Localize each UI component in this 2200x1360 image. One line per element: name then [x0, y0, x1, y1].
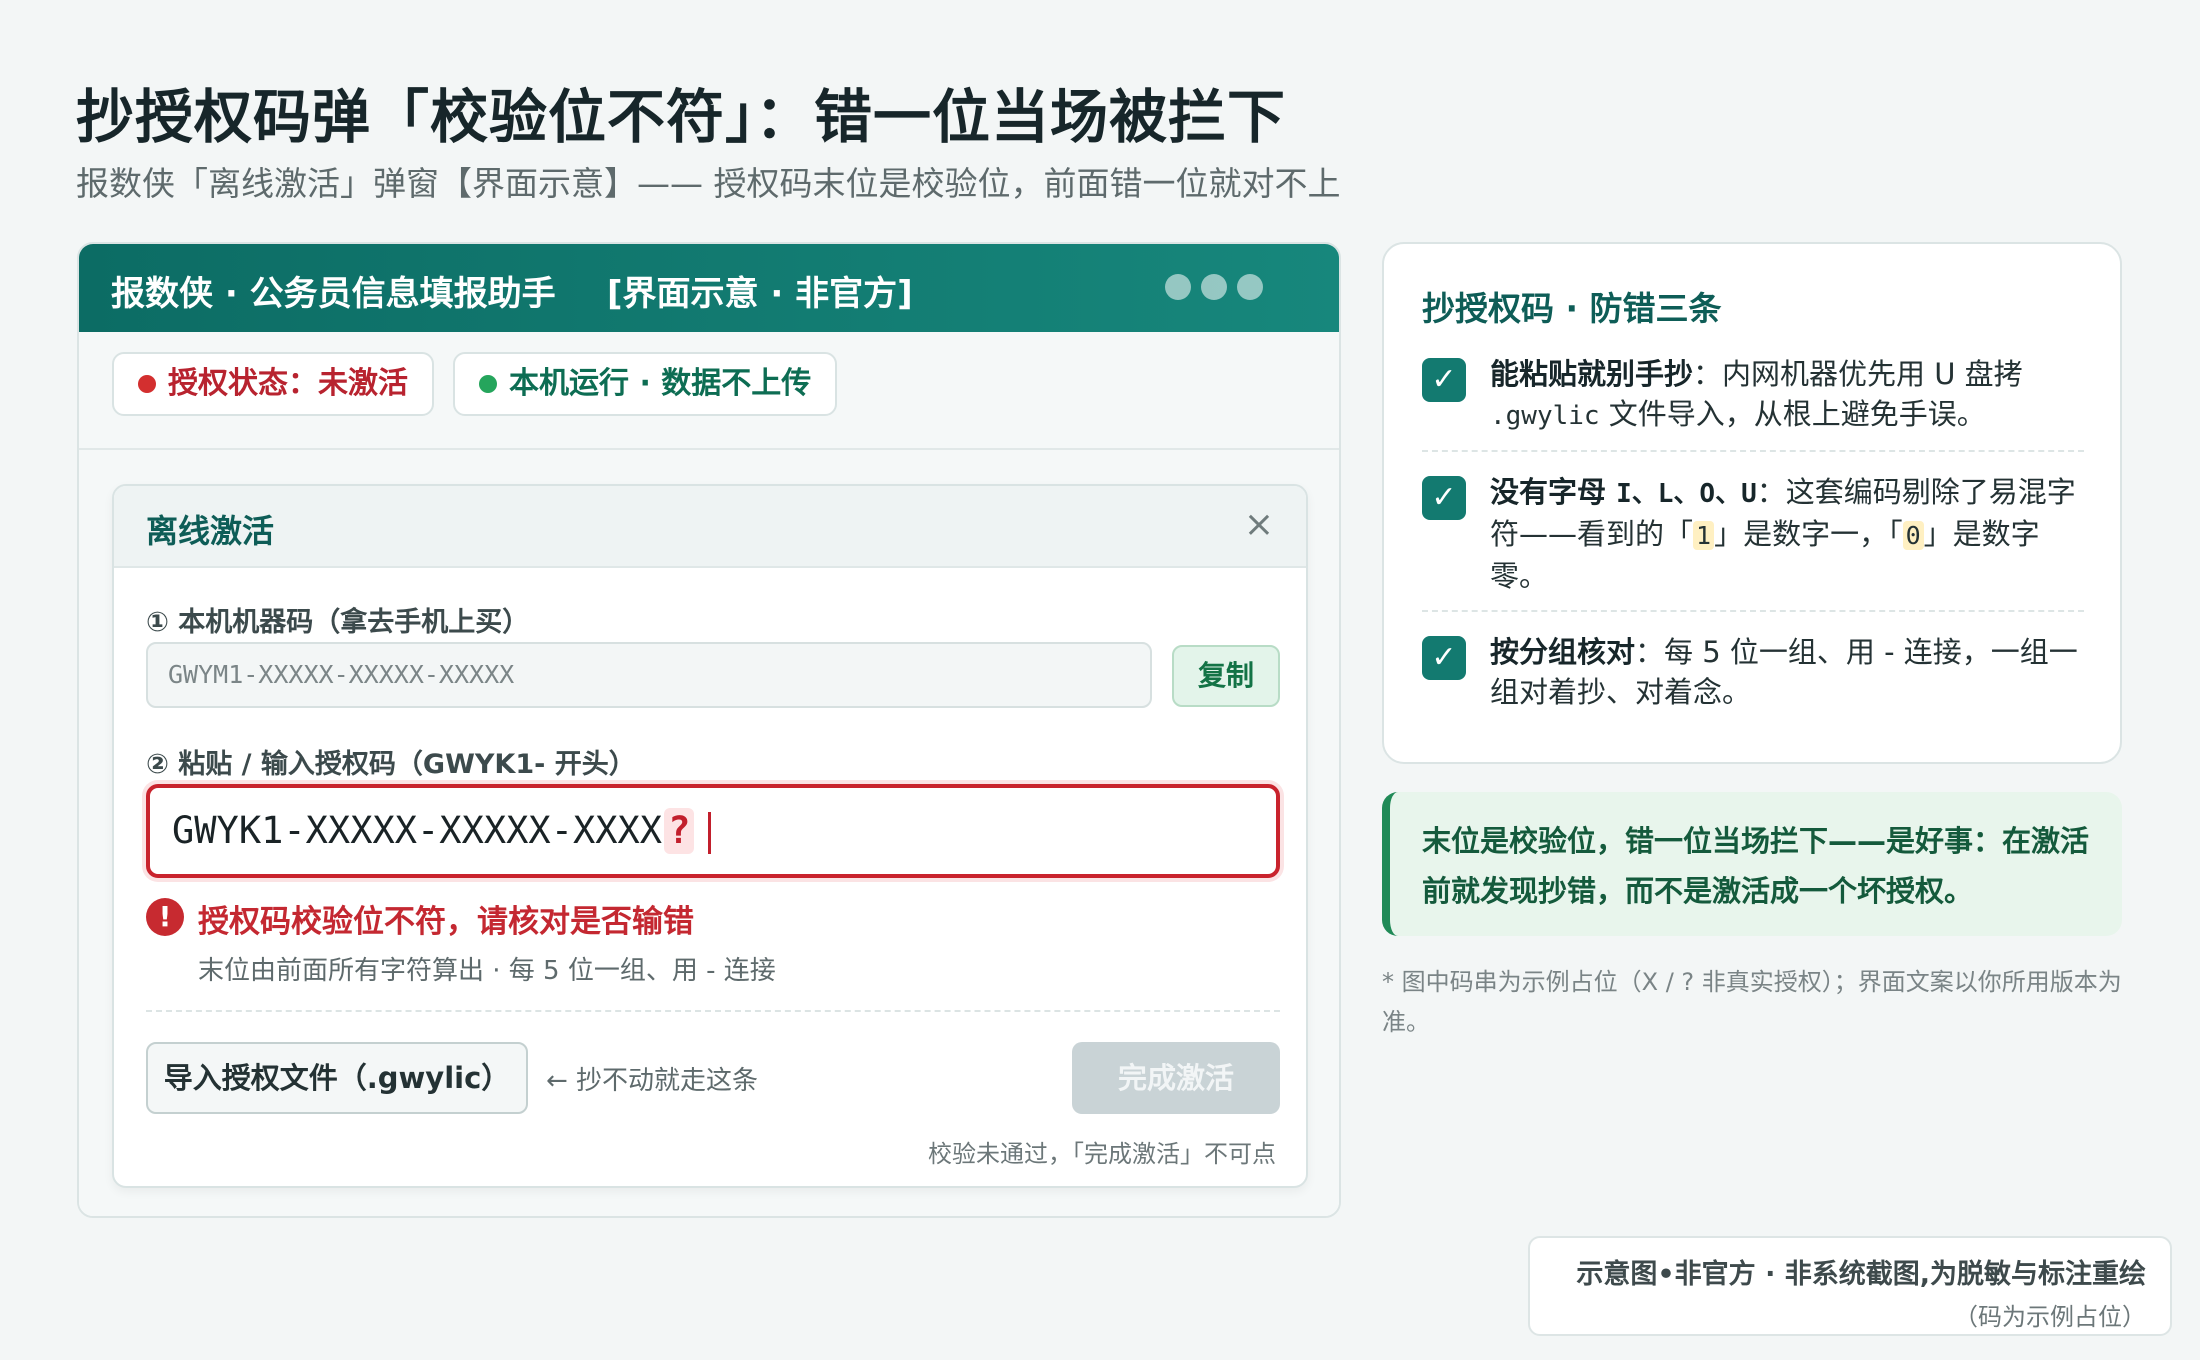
- copy-button[interactable]: 复制: [1172, 645, 1280, 707]
- import-license-button[interactable]: 导入授权文件（.gwylic）: [146, 1042, 528, 1114]
- window-body: 离线激活 × ① 本机机器码（拿去手机上买） GWYM1-XXXXX-XXXXX…: [79, 450, 1339, 1216]
- local-run-text: 本机运行 · 数据不上传: [509, 366, 812, 401]
- auth-code-label: ② 粘贴 / 输入授权码（GWYK1- 开头）: [146, 749, 636, 780]
- tip-text: 按分组核对：每 5 位一组、用 - 连接，一组一组对着抄、对着念。: [1490, 635, 2078, 709]
- window-tag: [界面示意 · 非官方]: [607, 274, 913, 314]
- local-run-badge: 本机运行 · 数据不上传: [453, 352, 838, 416]
- auth-code-input[interactable]: GWYK1-XXXXX-XXXXX-XXXX?: [146, 784, 1280, 878]
- tip-divider: [1422, 610, 2084, 612]
- tip-divider: [1422, 450, 2084, 452]
- watermark-line1: 示意图•非官方 · 非系统截图,为脱敏与标注重绘: [1576, 1259, 2146, 1290]
- error-message: 授权码校验位不符，请核对是否输错: [198, 904, 694, 940]
- status-dot-icon: [138, 375, 156, 393]
- dialog-header: 离线激活 ×: [114, 486, 1306, 568]
- page-subtitle: 报数侠「离线激活」弹窗【界面示意】—— 授权码末位是校验位，前面错一位就对不上: [76, 164, 1341, 203]
- window-title: 报数侠 · 公务员信息填报助手: [111, 274, 556, 314]
- error-hint: 末位由前面所有字符算出 · 每 5 位一组、用 - 连接: [198, 956, 776, 986]
- watermark-line2: （码为示例占位）: [1954, 1303, 2146, 1331]
- checkmark-icon: ✓: [1422, 636, 1466, 680]
- auth-status-text: 授权状态：未激活: [168, 366, 408, 401]
- tips-card: 抄授权码 · 防错三条 ✓ 能粘贴就别手抄：内网机器优先用 U 盘拷 .gwyl…: [1382, 242, 2122, 764]
- machine-code-label: ① 本机机器码（拿去手机上买）: [146, 607, 530, 638]
- tip-text: 没有字母 I、L、O、U：这套编码剔除了易混字符——看到的「 1 」是数字一，「 0」…: [1490, 475, 2076, 593]
- status-strip: 授权状态：未激活 本机运行 · 数据不上传: [79, 332, 1339, 450]
- import-hint: ← 抄不动就走这条: [546, 1066, 759, 1096]
- window-titlebar: 报数侠 · 公务员信息填报助手 [界面示意 · 非官方]: [79, 244, 1339, 332]
- auth-code-value: GWYK1-XXXXX-XXXXX-XXXX: [172, 809, 663, 852]
- check-digit-callout: 末位是校验位，错一位当场拦下——是好事：在激活前就发现抄错，而不是激活成一个坏授…: [1382, 792, 2122, 936]
- dialog-divider: [146, 1010, 1280, 1012]
- window-control-dot[interactable]: [1165, 274, 1191, 300]
- window-control-dot[interactable]: [1201, 274, 1227, 300]
- tip-text: 能粘贴就别手抄：内网机器优先用 U 盘拷 .gwylic 文件导入，从根上避免手…: [1490, 357, 2023, 431]
- offline-activation-dialog: 离线激活 × ① 本机机器码（拿去手机上买） GWYM1-XXXXX-XXXXX…: [112, 484, 1308, 1188]
- error-icon: !: [146, 898, 184, 936]
- tips-title: 抄授权码 · 防错三条: [1422, 289, 1722, 328]
- footnote: * 图中码串为示例占位（X / ? 非真实授权）；界面文案以你所用版本为准。: [1382, 968, 2122, 1036]
- checkmark-icon: ✓: [1422, 358, 1466, 402]
- auth-status-badge: 授权状态：未激活: [112, 352, 434, 416]
- close-icon[interactable]: ×: [1234, 500, 1284, 550]
- dialog-title: 离线激活: [146, 512, 275, 550]
- check-digit-marker: ?: [664, 808, 695, 854]
- window-control-dot[interactable]: [1237, 274, 1263, 300]
- watermark-badge: 示意图•非官方 · 非系统截图,为脱敏与标注重绘 （码为示例占位）: [1528, 1236, 2172, 1336]
- checkmark-icon: ✓: [1422, 476, 1466, 520]
- status-dot-icon: [479, 375, 497, 393]
- finish-disabled-note: 校验未通过，「完成激活」不可点: [928, 1140, 1276, 1168]
- finish-activation-button[interactable]: 完成激活: [1072, 1042, 1280, 1114]
- page-title: 抄授权码弹「校验位不符」：错一位当场被拦下: [76, 83, 1287, 151]
- machine-code-field[interactable]: GWYM1-XXXXX-XXXXX-XXXXX: [146, 642, 1152, 708]
- text-caret: [708, 811, 712, 854]
- app-window: 报数侠 · 公务员信息填报助手 [界面示意 · 非官方] 授权状态：未激活 本机…: [77, 242, 1341, 1218]
